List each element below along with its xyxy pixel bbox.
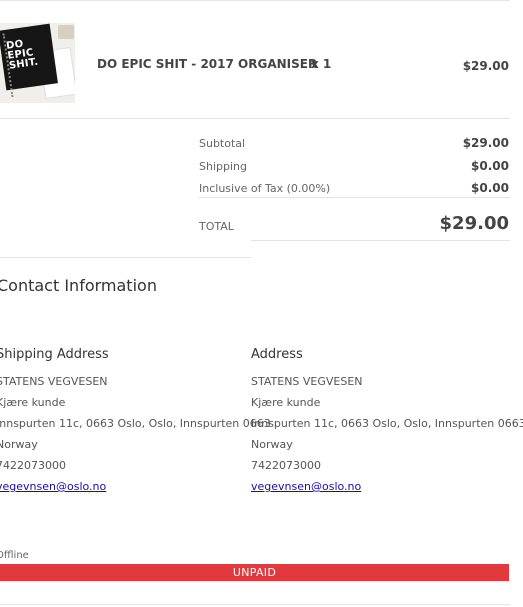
address-street: Innspurten 11c, 0663 Oslo, Oslo, Innspur…	[0, 417, 271, 430]
product-quantity: x 1	[311, 57, 332, 71]
address-email-link[interactable]: vegevnsen@oslo.no	[251, 480, 361, 493]
product-title: DO EPIC SHIT - 2017 ORGANISER	[97, 57, 318, 71]
billing-address-block: STATENS VEGVESEN Kjære kunde Innspurten …	[251, 371, 523, 497]
address-phone: 7422073000	[251, 459, 321, 472]
address-phone: 7422073000	[0, 459, 66, 472]
total-value: $29.00	[439, 213, 509, 234]
section-divider	[0, 257, 251, 258]
address-name: STATENS VEGVESEN	[251, 375, 363, 388]
address-country: Norway	[251, 438, 293, 451]
subtotal-value: $29.00	[462, 136, 509, 150]
bottom-divider	[0, 604, 510, 605]
total-divider	[251, 240, 510, 241]
product-price: $29.00	[462, 59, 509, 73]
address-street: Innspurten 11c, 0663 Oslo, Oslo, Innspur…	[251, 417, 523, 430]
billing-address-heading: Address	[251, 347, 303, 362]
tax-value: $0.00	[471, 181, 509, 195]
address-greeting: Kjære kunde	[0, 396, 66, 409]
shipping-label: Shipping	[199, 160, 247, 173]
subtotal-label: Subtotal	[199, 137, 246, 150]
address-country: Norway	[0, 438, 38, 451]
address-name: STATENS VEGVESEN	[0, 375, 108, 388]
top-divider	[0, 0, 510, 1]
product-divider	[0, 118, 510, 119]
lamp-decoration	[58, 25, 74, 39]
shipping-value: $0.00	[471, 159, 509, 173]
address-greeting: Kjære kunde	[251, 396, 321, 409]
payment-method: Offline	[0, 550, 29, 561]
tax-label: Inclusive of Tax (0.00%)	[199, 182, 331, 195]
total-label: TOTAL	[199, 220, 234, 233]
shipping-address-block: STATENS VEGVESEN Kjære kunde Innspurten …	[0, 371, 271, 497]
shipping-address-heading: Shipping Address	[0, 347, 109, 362]
payment-status-badge: UNPAID	[0, 564, 509, 581]
address-email-link[interactable]: vegevnsen@oslo.no	[0, 480, 106, 493]
tax-divider	[199, 197, 510, 198]
contact-heading: Contact Information	[0, 276, 157, 295]
product-image: DO EPIC SHIT.	[0, 23, 75, 103]
